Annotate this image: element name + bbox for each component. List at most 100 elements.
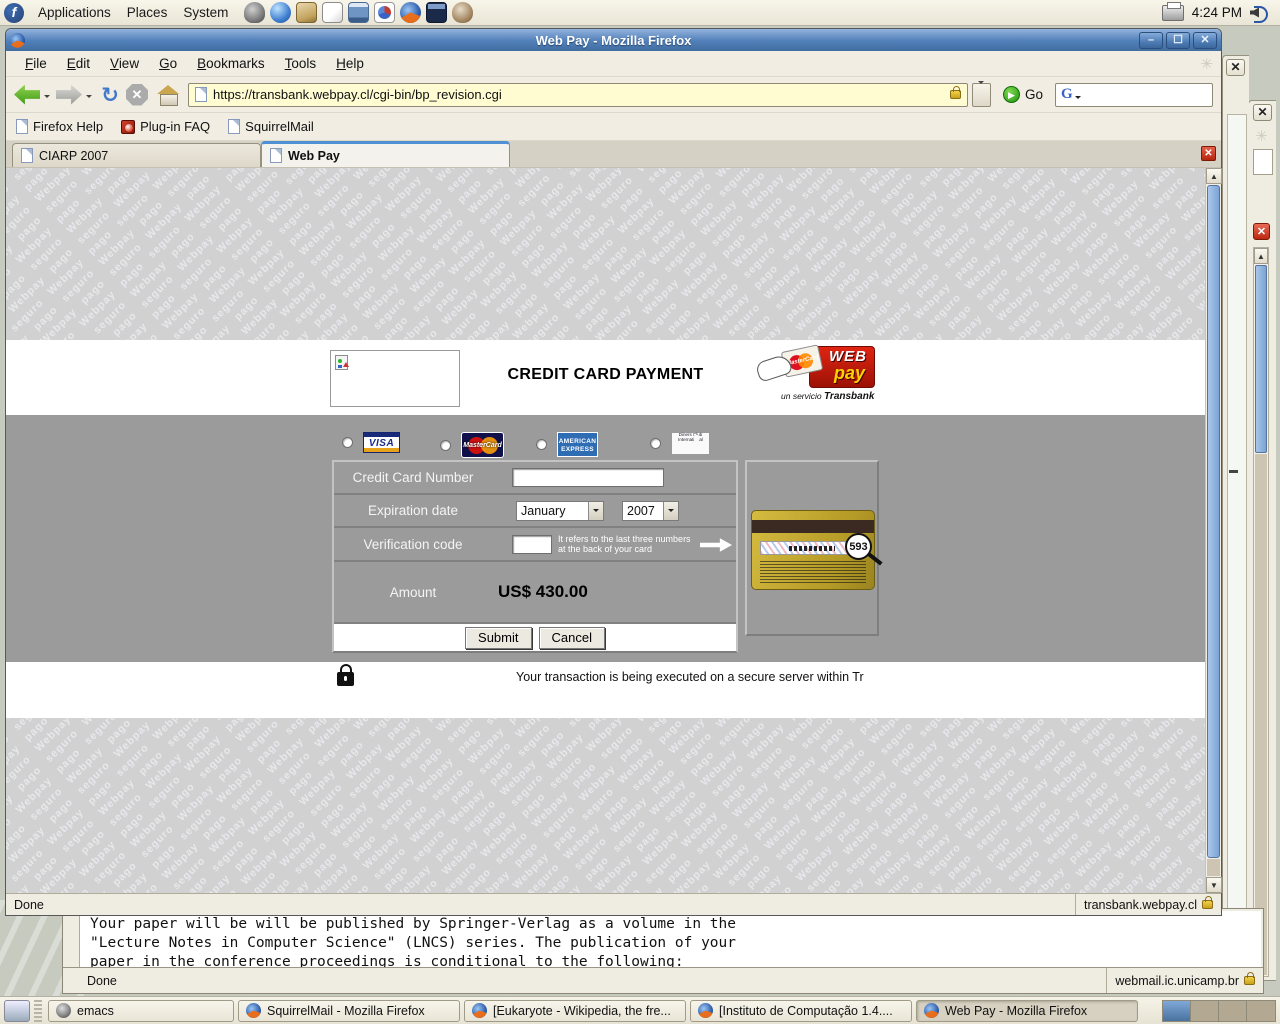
tab-icon <box>270 148 282 163</box>
terminal-icon[interactable] <box>426 2 447 23</box>
radio-amex[interactable] <box>536 439 547 450</box>
text-fragment <box>1229 470 1238 473</box>
page-title: CREDIT CARD PAYMENT <box>6 366 1205 384</box>
places-menu[interactable]: Places <box>119 0 176 25</box>
go-button[interactable]: ▶ Go <box>995 86 1051 103</box>
scrollbar-thumb[interactable] <box>1255 265 1267 453</box>
menu-file[interactable]: File <box>16 53 56 74</box>
menu-tools[interactable]: Tools <box>276 53 326 74</box>
card-option-visa[interactable]: VISA <box>342 432 400 453</box>
package-icon[interactable] <box>296 2 317 23</box>
menu-help[interactable]: Help <box>327 53 373 74</box>
expiration-month-select[interactable]: January <box>516 501 604 521</box>
gnu-emacs-icon[interactable] <box>244 2 265 23</box>
pie-chart-icon[interactable] <box>374 2 395 23</box>
close-icon[interactable]: ✕ <box>1253 104 1272 121</box>
go-icon: ▶ <box>1003 86 1020 103</box>
tab-web-pay[interactable]: Web Pay <box>261 141 510 167</box>
firefox-icon <box>924 1003 939 1018</box>
verification-code-label: Verification code <box>334 537 492 552</box>
workspace-4[interactable] <box>1247 1001 1275 1021</box>
volume-icon[interactable] <box>1250 5 1270 21</box>
close-tab-button[interactable]: ✕ <box>1201 146 1216 161</box>
diners-logo-icon: Diners ClubInternational <box>671 432 710 455</box>
radio-visa[interactable] <box>342 437 353 448</box>
radio-diners[interactable] <box>650 438 661 449</box>
printer-icon[interactable] <box>1162 5 1184 21</box>
show-desktop-button[interactable] <box>4 1000 30 1022</box>
firefox-icon <box>698 1003 713 1018</box>
cancel-button[interactable]: Cancel <box>539 627 605 649</box>
close-icon[interactable]: ✕ <box>1226 59 1245 76</box>
task-instituto[interactable]: [Instituto de Computação 1.4.... <box>690 1000 912 1022</box>
workspace-3[interactable] <box>1219 1001 1247 1021</box>
bookmarks-toolbar: Firefox Help Plug-in FAQ SquirrelMail <box>6 113 1221 141</box>
visa-logo-icon: VISA <box>363 432 400 453</box>
scrollbar[interactable]: ▲ <box>1253 247 1269 977</box>
url-dropdown-button[interactable] <box>972 83 991 107</box>
scroll-up-icon[interactable]: ▲ <box>1206 168 1222 184</box>
watermark-band-bottom: Webpay pago seguro Webpay pago seguro We… <box>6 718 1205 893</box>
task-web-pay[interactable]: Web Pay - Mozilla Firefox <box>916 1000 1138 1022</box>
scrollbar-trough[interactable] <box>1207 859 1220 876</box>
forward-history-dropdown-icon[interactable] <box>86 95 92 101</box>
tab-ciarp-2007[interactable]: CIARP 2007 <box>12 143 261 167</box>
chevron-down-icon[interactable] <box>663 502 678 520</box>
scrollbar-trough[interactable] <box>1255 454 1267 975</box>
chevron-down-icon[interactable] <box>588 502 603 520</box>
bookmark-firefox-help[interactable]: Firefox Help <box>16 119 103 134</box>
task-eukaryote[interactable]: [Eukaryote - Wikipedia, the fre... <box>464 1000 686 1022</box>
forward-button[interactable] <box>56 85 82 105</box>
radio-mastercard[interactable] <box>440 440 451 451</box>
task-emacs[interactable]: emacs <box>48 1000 234 1022</box>
close-button[interactable]: ✕ <box>1193 32 1217 49</box>
card-option-amex[interactable]: AMERICAN EXPRESS <box>536 432 598 457</box>
clock[interactable]: 4:24 PM <box>1192 5 1242 20</box>
card-option-diners[interactable]: Diners ClubInternational <box>650 432 710 455</box>
documents-icon[interactable] <box>322 2 343 23</box>
reload-button[interactable]: ↻ <box>98 85 122 105</box>
menu-bookmarks[interactable]: Bookmarks <box>188 53 274 74</box>
verification-code-input[interactable] <box>512 535 552 554</box>
back-history-dropdown-icon[interactable] <box>44 95 50 101</box>
firefox-launcher-icon[interactable] <box>400 2 421 23</box>
window-titlebar[interactable]: Web Pay - Mozilla Firefox – ☐ ✕ <box>6 29 1221 51</box>
submit-button[interactable]: Submit <box>465 627 531 649</box>
maximize-button[interactable]: ☐ <box>1166 32 1190 49</box>
scrollbar[interactable]: ▲ ▼ <box>1205 168 1221 893</box>
magnifier-handle <box>867 552 882 565</box>
home-button[interactable] <box>156 85 180 105</box>
menu-edit[interactable]: Edit <box>58 53 99 74</box>
task-squirrelmail[interactable]: SquirrelMail - Mozilla Firefox <box>238 1000 460 1022</box>
workspace-2[interactable] <box>1191 1001 1219 1021</box>
scroll-down-icon[interactable]: ▼ <box>1206 877 1222 893</box>
card-option-mastercard[interactable]: MasterCard <box>440 432 504 458</box>
menu-go[interactable]: Go <box>150 53 186 74</box>
bookmark-squirrelmail[interactable]: SquirrelMail <box>228 119 314 134</box>
back-button[interactable] <box>14 85 40 105</box>
card-back-panel: 593 <box>745 460 879 636</box>
amex-logo-icon: AMERICAN EXPRESS <box>557 432 598 457</box>
system-menu[interactable]: System <box>175 0 236 25</box>
url-text[interactable]: https://transbank.webpay.cl/cgi-bin/bp_r… <box>213 87 944 102</box>
expiration-year-select[interactable]: 2007 <box>622 501 679 521</box>
applications-menu[interactable]: Applications <box>30 0 119 25</box>
stop-icon[interactable]: ✕ <box>1253 223 1270 240</box>
minimize-button[interactable]: – <box>1139 32 1163 49</box>
workspace-1[interactable] <box>1163 1001 1191 1021</box>
search-input[interactable]: G <box>1055 83 1213 107</box>
amount-value: US$ 430.00 <box>498 582 588 602</box>
fedora-menu-icon[interactable]: f <box>4 3 24 23</box>
scroll-up-icon[interactable]: ▲ <box>1254 248 1268 264</box>
bookmark-plugin-faq[interactable]: Plug-in FAQ <box>121 119 210 134</box>
search-engine-dropdown-icon[interactable] <box>1075 96 1081 102</box>
scrollbar-thumb[interactable] <box>1207 185 1220 858</box>
gimp-icon[interactable] <box>452 2 473 23</box>
status-text: Done <box>6 898 44 912</box>
stop-button[interactable]: ✕ <box>126 84 148 106</box>
credit-card-number-input[interactable] <box>512 468 664 487</box>
url-bar[interactable]: https://transbank.webpay.cl/cgi-bin/bp_r… <box>188 83 968 107</box>
menu-view[interactable]: View <box>101 53 148 74</box>
web-browser-icon[interactable] <box>270 2 291 23</box>
screenshot-icon[interactable] <box>348 2 369 23</box>
